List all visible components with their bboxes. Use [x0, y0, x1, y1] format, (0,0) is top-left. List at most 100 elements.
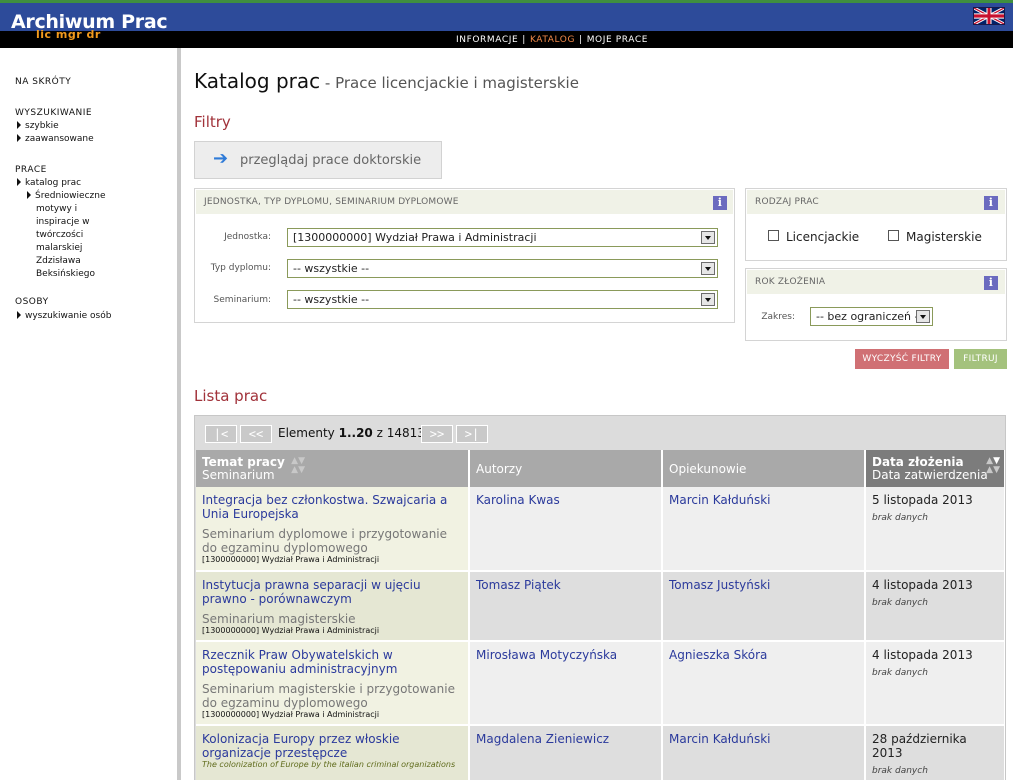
table-row: Kolonizacja Europy przez włoskie organiz… [196, 725, 1005, 780]
cell-date: 4 listopada 2013 brak danych [865, 641, 1005, 726]
sidebar-item-advanced-search[interactable]: zaawansowane [17, 133, 94, 146]
work-title-english: The colonization of Europe by the italia… [202, 760, 456, 769]
master-checkbox[interactable] [888, 230, 899, 241]
cell-topic: Kolonizacja Europy przez włoskie organiz… [196, 725, 470, 780]
cell-date: 4 listopada 2013 brak danych [865, 571, 1005, 642]
year-panel: ROK ZŁOŻENIA i Zakres: -- bez ograniczeń… [745, 268, 1007, 341]
sort-arrows-icon[interactable]: ▲▼ ▲▼ [986, 457, 1000, 475]
bullet-arrow-icon [27, 191, 31, 199]
work-title-link[interactable]: Integracja bez członkostwa. Szwajcaria a… [202, 493, 462, 521]
clear-filters-button[interactable]: WYCZYŚĆ FILTRY [855, 349, 949, 369]
last-page-button[interactable]: >| [456, 425, 488, 443]
next-page-button[interactable]: >> [421, 425, 453, 443]
seminar-name: Seminarium magisterskie [202, 612, 356, 626]
submission-date: 5 listopada 2013 [872, 493, 973, 507]
supervisor-link[interactable]: Marcin Kałduński [669, 493, 771, 507]
cell-author: Mirosława Motyczyńska [469, 641, 663, 726]
browse-doctoral-button[interactable]: ➔ przeglądaj prace doktorskie [194, 141, 442, 179]
seminar-select[interactable]: -- wszystkie -- [287, 290, 718, 309]
supervisor-link[interactable]: Tomasz Justyński [669, 578, 770, 592]
table-row: Instytucja prawna separacji w ujęciu pra… [196, 571, 1005, 642]
list-heading: Lista prac [194, 387, 268, 405]
col-date-header[interactable]: Data złożenia Data zatwierdzenia ▲▼ ▲▼ [865, 450, 1005, 487]
bachelor-checkbox[interactable] [768, 230, 779, 241]
sidebar-heading-works: PRACE [15, 165, 47, 175]
author-link[interactable]: Tomasz Piątek [476, 578, 561, 592]
nav-katalog[interactable]: KATALOG [530, 35, 575, 45]
approval-date: brak danych [872, 513, 928, 523]
approval-date: brak danych [872, 668, 928, 678]
approval-date: brak danych [872, 598, 928, 608]
master-label: Magisterskie [906, 230, 982, 244]
site-header: Archiwum Prac lic mgr dr INFORMACJE | KATA… [0, 0, 1013, 48]
sidebar-item-recent-work[interactable]: Średniowieczne motywy i inspiracje w twó… [27, 190, 106, 281]
arrow-right-icon: ➔ [213, 148, 229, 169]
work-title-link[interactable]: Kolonizacja Europy przez włoskie organiz… [202, 732, 462, 760]
nav-separator: | [522, 35, 526, 45]
cell-author: Karolina Kwas [469, 487, 663, 572]
col-topic-header[interactable]: Temat pracy Seminarium ▲▼ ▲▼ [196, 450, 470, 487]
author-link[interactable]: Karolina Kwas [476, 493, 560, 507]
seminar-name: Seminarium magisterskie i przygotowanie … [202, 682, 455, 710]
prev-page-button[interactable]: << [240, 425, 272, 443]
sidebar-heading-search: WYSZUKIWANIE [15, 108, 93, 118]
left-sidebar: NA SKRÓTY WYSZUKIWANIE szybkie zaawansow… [0, 48, 181, 780]
pager: |< << Elementy 1..20 z 14813 >> >| [195, 416, 1005, 449]
pager-status: Elementy 1..20 z 14813 [278, 426, 425, 440]
seminar-name: Seminarium dyplomowe i przygotowanie do … [202, 527, 448, 555]
col-supervisors-header[interactable]: Opiekunowie [662, 450, 866, 487]
table-row: Integracja bez członkostwa. Szwajcaria a… [196, 487, 1005, 572]
cell-author: Magdalena Zieniewicz [469, 725, 663, 780]
page-title: Katalog prac - Prace licencjackie i magi… [194, 69, 579, 93]
chevron-down-icon [701, 293, 715, 306]
work-title-link[interactable]: Instytucja prawna separacji w ujęciu pra… [202, 578, 462, 606]
cell-author: Tomasz Piątek [469, 571, 663, 642]
table-header-row: Temat pracy Seminarium ▲▼ ▲▼ Autorzy Opiek… [196, 450, 1005, 487]
cell-topic: Instytucja prawna separacji w ujęciu pra… [196, 571, 470, 642]
info-icon[interactable]: i [984, 196, 998, 210]
bullet-arrow-icon [17, 121, 21, 129]
filter-button[interactable]: FILTRUJ [954, 349, 1007, 369]
info-icon[interactable]: i [713, 196, 727, 210]
panel-header: JEDNOSTKA, TYP DYPLOMU, SEMINARIUM DYPLO… [196, 190, 733, 214]
chevron-down-icon [916, 310, 930, 323]
sidebar-item-quick-search[interactable]: szybkie [17, 120, 59, 133]
bullet-arrow-icon [17, 178, 21, 186]
col-authors-header[interactable]: Autorzy [469, 450, 663, 487]
unit-label: Jednostka: [224, 232, 271, 242]
supervisor-link[interactable]: Agnieszka Skóra [669, 648, 767, 662]
chevron-down-icon [701, 231, 715, 244]
table-row: Rzecznik Praw Obywatelskich w postępowan… [196, 641, 1005, 726]
sort-arrows-icon[interactable]: ▲▼ ▲▼ [291, 457, 305, 475]
info-icon[interactable]: i [984, 276, 998, 290]
nav-moje-prace[interactable]: MOJE PRACE [587, 35, 648, 45]
chevron-down-icon [701, 262, 715, 275]
work-type-panel: RODZAJ PRAC i Licencjackie Magisterskie [745, 188, 1007, 261]
panel-header: RODZAJ PRAC i [747, 190, 1005, 214]
english-flag-icon[interactable] [973, 7, 1005, 25]
sidebar-item-catalog[interactable]: katalog prac [17, 177, 81, 190]
range-label: Zakres: [761, 312, 795, 322]
sidebar-item-people-search[interactable]: wyszukiwanie osób [17, 310, 111, 323]
cell-supervisor: Tomasz Justyński [662, 571, 866, 642]
cell-topic: Integracja bez członkostwa. Szwajcaria a… [196, 487, 470, 572]
work-title-link[interactable]: Rzecznik Praw Obywatelskich w postępowan… [202, 648, 462, 676]
unit-select[interactable]: [1300000000] Wydział Prawa i Administrac… [287, 228, 718, 247]
supervisor-link[interactable]: Marcin Kałduński [669, 732, 771, 746]
bullet-arrow-icon [17, 134, 21, 142]
unit-name: [1300000000] Wydział Prawa i Administrac… [202, 555, 380, 564]
diploma-type-select[interactable]: -- wszystkie -- [287, 259, 718, 278]
first-page-button[interactable]: |< [205, 425, 237, 443]
year-range-select[interactable]: -- bez ograniczeń -- [810, 307, 933, 326]
cell-supervisor: Marcin Kałduński [662, 725, 866, 780]
bachelor-label: Licencjackie [786, 230, 860, 244]
page-subtitle: Prace licencjackie i magisterskie [335, 74, 579, 92]
approval-date: brak danych [872, 766, 928, 776]
author-link[interactable]: Magdalena Zieniewicz [476, 732, 609, 746]
nav-informacje[interactable]: INFORMACJE [456, 35, 518, 45]
submission-date: 4 listopada 2013 [872, 578, 973, 592]
top-navigation: INFORMACJE | KATALOG | MOJE PRACE [456, 34, 648, 46]
cell-topic: Rzecznik Praw Obywatelskich w postępowan… [196, 641, 470, 726]
bullet-arrow-icon [17, 311, 21, 319]
author-link[interactable]: Mirosława Motyczyńska [476, 648, 617, 662]
